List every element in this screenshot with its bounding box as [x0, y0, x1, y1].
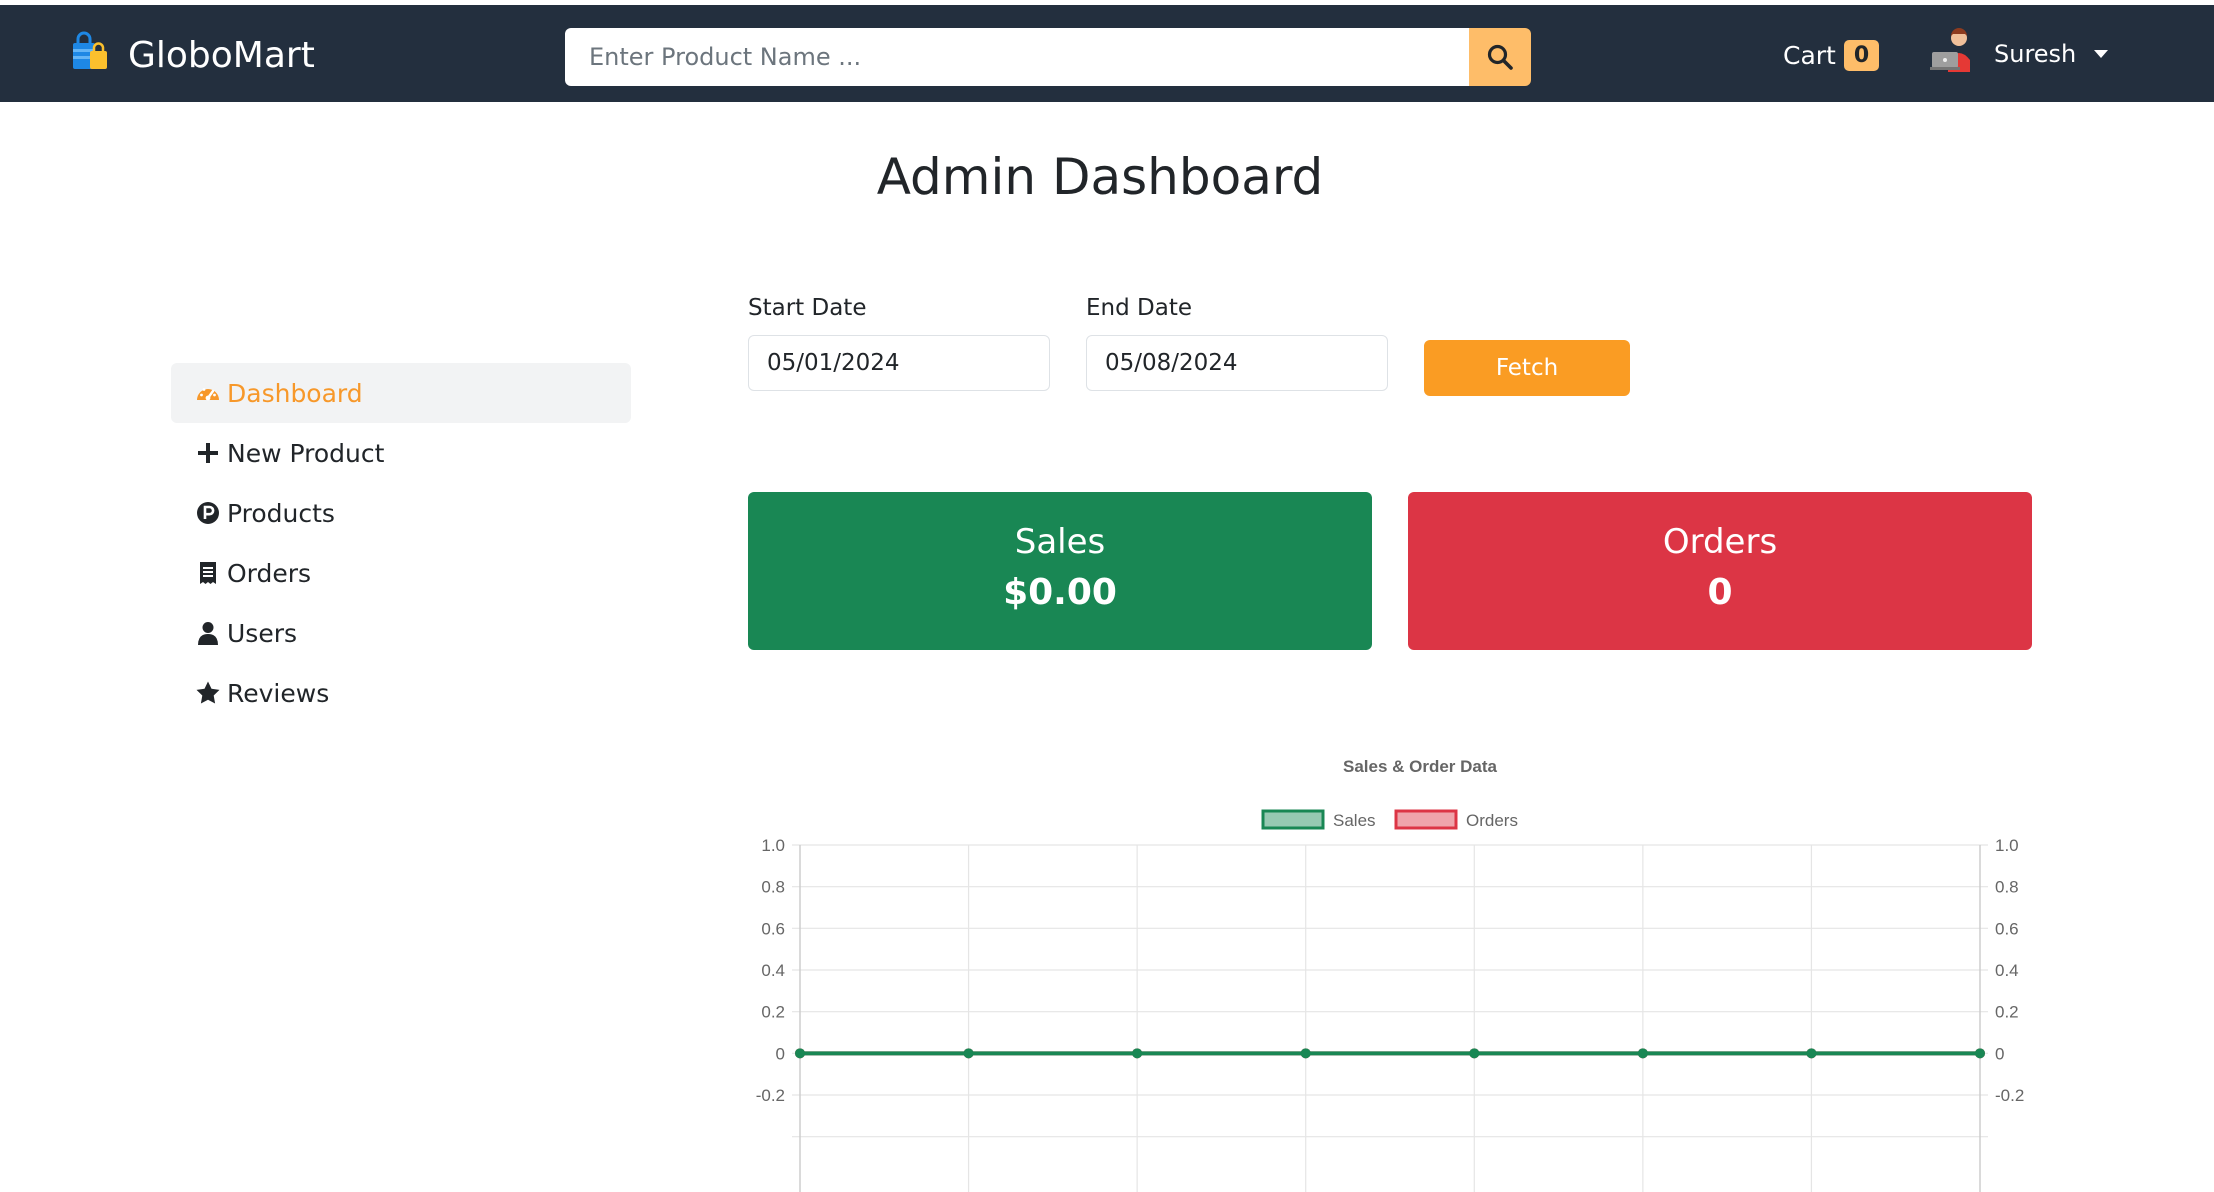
legend-swatch-orders	[1394, 809, 1458, 830]
data-point-sales	[1469, 1048, 1480, 1059]
search-bar	[565, 28, 1531, 86]
sidebar-item-products[interactable]: Products	[171, 483, 631, 543]
gauge-icon	[197, 388, 219, 401]
brand-name: GloboMart	[128, 34, 315, 76]
data-point-sales	[1300, 1048, 1311, 1059]
sidebar: Dashboard New Product Products Orders Us…	[171, 363, 631, 723]
y-tick-right: 0	[1995, 1044, 2004, 1063]
start-date-group: Start Date	[748, 295, 1050, 391]
caret-down-icon	[2094, 50, 2109, 58]
legend-label-sales: Sales	[1333, 811, 1376, 830]
page-title: Admin Dashboard	[876, 148, 1324, 206]
cart-label: Cart	[1783, 40, 1836, 70]
data-point-sales	[1975, 1048, 1985, 1059]
y-tick-right: 1.0	[1995, 836, 2019, 855]
shopping-bags-icon	[70, 31, 110, 80]
user-icon	[198, 622, 218, 645]
search-button[interactable]	[1469, 28, 1531, 86]
y-tick-left: 0.8	[761, 878, 785, 897]
orders-card-label: Orders	[1662, 522, 1778, 562]
sidebar-item-label: Reviews	[227, 678, 330, 708]
sidebar-item-new-product[interactable]: New Product	[171, 423, 631, 483]
sidebar-item-label: Users	[227, 618, 298, 648]
orders-card: Orders 0	[1408, 492, 2032, 650]
plus-icon	[198, 443, 218, 463]
y-tick-left: 0	[776, 1044, 785, 1063]
avatar	[1928, 26, 1980, 82]
data-point-sales	[1132, 1048, 1143, 1059]
y-tick-right: 0.6	[1995, 919, 2019, 938]
orders-card-value: 0	[1707, 572, 1733, 613]
y-tick-left: 0.2	[761, 1003, 785, 1022]
y-tick-right: -0.2	[1995, 1086, 2024, 1105]
product-p-icon	[197, 502, 219, 524]
chart-title: Sales & Order Data	[1343, 757, 1498, 776]
y-tick-left: -0.2	[756, 1086, 785, 1105]
cart-link[interactable]: Cart 0	[1783, 35, 1880, 75]
sidebar-item-label: Dashboard	[227, 378, 363, 408]
start-date-input[interactable]	[748, 335, 1050, 391]
search-input[interactable]	[565, 28, 1469, 86]
y-tick-right: 0.2	[1995, 1003, 2019, 1022]
page-title-wrap: Admin Dashboard	[0, 148, 2200, 206]
data-point-sales	[1806, 1048, 1817, 1059]
cart-count-badge: 0	[1843, 39, 1880, 71]
user-menu-toggle[interactable]: Suresh	[1928, 26, 2109, 82]
y-tick-right: 0.8	[1995, 878, 2019, 897]
sales-order-chart: Sales & Order Data Sales Orders 1.0 1.0 0.8 0.…	[740, 750, 2060, 1192]
y-tick-left: 1.0	[761, 836, 785, 855]
fetch-button[interactable]: Fetch	[1424, 340, 1630, 396]
sidebar-item-orders[interactable]: Orders	[171, 543, 631, 603]
end-date-input[interactable]	[1086, 335, 1388, 391]
end-date-label: End Date	[1086, 295, 1192, 321]
y-tick-left: 0.6	[761, 919, 785, 938]
brand-link[interactable]: GloboMart	[70, 31, 315, 80]
sidebar-item-users[interactable]: Users	[171, 603, 631, 663]
legend-label-orders: Orders	[1466, 811, 1518, 830]
data-point-sales	[963, 1048, 974, 1059]
sidebar-item-label: Orders	[227, 558, 312, 588]
receipt-icon	[200, 562, 216, 584]
user-name: Suresh	[1994, 40, 2077, 68]
sidebar-item-label: Products	[227, 498, 335, 528]
sidebar-item-dashboard[interactable]: Dashboard	[171, 363, 631, 423]
sales-card-label: Sales	[1014, 522, 1106, 562]
navbar: GloboMart Cart 0 Suresh	[0, 5, 2214, 102]
chart-canvas: Sales & Order Data Sales Orders 1.0 1.0 0.8 0.…	[756, 757, 2024, 1192]
sales-card-value: $0.00	[1003, 572, 1117, 613]
data-point-sales	[795, 1048, 805, 1059]
sidebar-item-label: New Product	[227, 438, 385, 468]
sidebar-item-reviews[interactable]: Reviews	[171, 663, 631, 723]
sales-card: Sales $0.00	[748, 492, 1372, 650]
search-icon	[1487, 44, 1513, 70]
data-point-sales	[1637, 1048, 1648, 1059]
y-tick-left: 0.4	[761, 961, 785, 980]
legend-swatch-sales	[1261, 809, 1325, 830]
star-icon	[196, 681, 220, 704]
end-date-group: End Date	[1086, 295, 1388, 391]
y-tick-right: 0.4	[1995, 961, 2019, 980]
start-date-label: Start Date	[748, 295, 867, 321]
